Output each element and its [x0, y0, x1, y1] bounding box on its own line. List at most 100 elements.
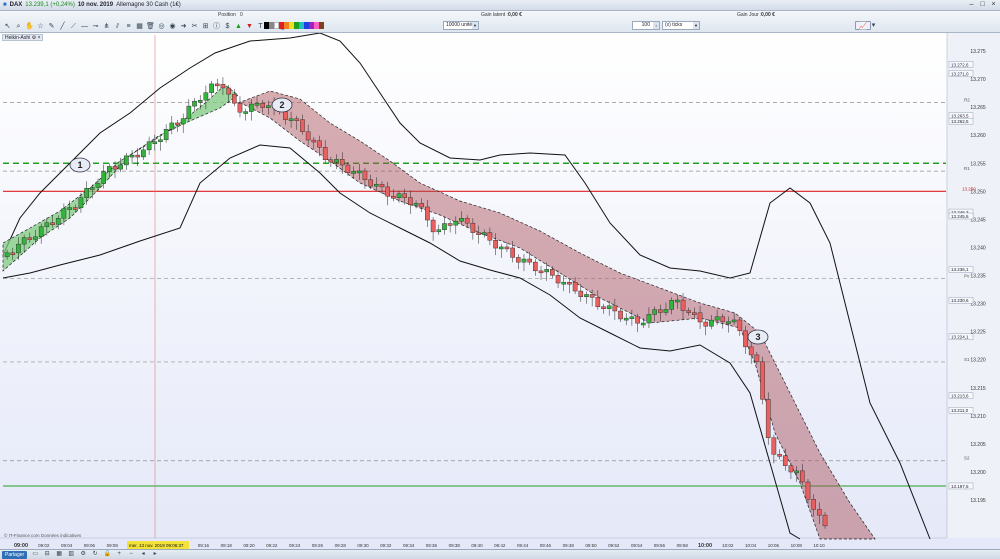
columns-icon[interactable]: ▥	[67, 551, 75, 558]
bull-candle[interactable]	[4, 252, 10, 257]
channel-icon[interactable]: ⫽	[113, 22, 122, 31]
bull-candle[interactable]	[351, 171, 356, 174]
bear-candle[interactable]	[300, 119, 305, 132]
bull-candle[interactable]	[709, 319, 714, 327]
bull-candle[interactable]	[33, 236, 38, 240]
bear-candle[interactable]	[589, 294, 595, 298]
bear-candle[interactable]	[805, 481, 811, 500]
bull-candle[interactable]	[481, 232, 487, 235]
bear-candle[interactable]	[697, 312, 703, 323]
bull-candle[interactable]	[498, 246, 504, 250]
bear-candle[interactable]	[777, 454, 782, 457]
bull-candle[interactable]	[209, 83, 214, 93]
bear-candle[interactable]	[493, 240, 498, 249]
bear-candle[interactable]	[533, 261, 538, 272]
bull-candle[interactable]	[152, 141, 158, 144]
bear-candle[interactable]	[419, 203, 425, 208]
bull-candle[interactable]	[629, 316, 635, 319]
bear-candle[interactable]	[743, 330, 748, 348]
bear-candle[interactable]	[328, 159, 334, 163]
bear-candle[interactable]	[476, 232, 481, 235]
bull-candle[interactable]	[129, 154, 135, 158]
bull-candle[interactable]	[44, 222, 50, 227]
fibonacci-icon[interactable]: ≡	[124, 22, 133, 31]
color-swatch-brown[interactable]	[319, 22, 324, 29]
close-icon[interactable]: ×	[38, 35, 41, 41]
bear-candle[interactable]	[510, 247, 515, 258]
line-icon[interactable]: ╱	[58, 22, 67, 31]
monitor-icon[interactable]: ▭	[31, 551, 39, 558]
bear-candle[interactable]	[635, 316, 640, 324]
chevron-down-icon[interactable]: ▾	[871, 21, 876, 30]
bear-candle[interactable]	[322, 147, 328, 161]
chart-type-icon[interactable]: 📈	[855, 21, 871, 30]
bear-candle[interactable]	[220, 83, 226, 89]
bear-candle[interactable]	[811, 499, 816, 510]
bear-candle[interactable]	[516, 257, 521, 263]
bull-candle[interactable]	[67, 207, 72, 210]
layout-icon[interactable]: ⊟	[43, 551, 51, 558]
bull-candle[interactable]	[396, 193, 402, 198]
horizontal-line-icon[interactable]: —	[80, 22, 89, 31]
bear-candle[interactable]	[237, 102, 243, 113]
info-icon[interactable]: ⓘ	[212, 22, 221, 31]
bear-candle[interactable]	[612, 305, 618, 312]
bear-candle[interactable]	[618, 310, 623, 320]
bear-candle[interactable]	[391, 196, 396, 199]
grid-icon[interactable]: ▦	[55, 551, 63, 558]
bear-candle[interactable]	[379, 183, 385, 188]
bear-candle[interactable]	[578, 290, 584, 297]
bull-candle[interactable]	[675, 299, 680, 303]
bull-candle[interactable]	[714, 316, 720, 321]
bear-candle[interactable]	[822, 514, 828, 527]
magnet-icon[interactable]: ◎	[157, 22, 166, 31]
bull-candle[interactable]	[55, 218, 61, 225]
price-chart[interactable]: Heikin-Ashi ⚙ × 13.275 13.270 13.265 13.260…	[0, 33, 1000, 549]
bull-candle[interactable]	[266, 105, 271, 108]
stepper-icon[interactable]: ↕	[653, 22, 659, 29]
bear-candle[interactable]	[260, 103, 266, 108]
bear-candle[interactable]	[50, 222, 55, 225]
bear-candle[interactable]	[555, 275, 561, 284]
bear-candle[interactable]	[658, 309, 663, 313]
bull-candle[interactable]	[38, 226, 44, 238]
bull-candle[interactable]	[124, 155, 129, 166]
bear-candle[interactable]	[720, 316, 726, 322]
chart-canvas[interactable]: 13.275 13.270 13.265 13.260 13.255 13.250 13.2…	[0, 33, 1000, 549]
bear-candle[interactable]	[550, 269, 555, 276]
bull-candle[interactable]	[180, 118, 186, 125]
bear-candle[interactable]	[317, 140, 322, 148]
units-select[interactable]: 10000 unités ▼	[443, 21, 479, 30]
bull-candle[interactable]	[61, 208, 67, 219]
scroll-right-icon[interactable]: ▸	[151, 551, 159, 558]
bull-candle[interactable]	[203, 92, 209, 101]
bull-candle[interactable]	[254, 103, 260, 106]
maximize-icon[interactable]: □	[978, 0, 987, 9]
bear-candle[interactable]	[754, 354, 760, 362]
bear-candle[interactable]	[817, 509, 822, 516]
bull-candle[interactable]	[669, 300, 674, 310]
settings-icon[interactable]: ⚙	[32, 35, 36, 41]
ticks-input[interactable]: 100 ↕	[632, 21, 660, 30]
bull-candle[interactable]	[442, 223, 447, 230]
bull-candle[interactable]	[146, 141, 152, 151]
bear-candle[interactable]	[135, 154, 141, 158]
lock-icon[interactable]: 🔒	[103, 551, 111, 558]
bull-candle[interactable]	[334, 159, 339, 163]
bear-candle[interactable]	[737, 319, 743, 332]
bear-candle[interactable]	[311, 139, 317, 143]
bull-candle[interactable]	[726, 321, 731, 324]
bear-candle[interactable]	[487, 232, 493, 241]
bull-candle[interactable]	[107, 166, 112, 172]
bull-candle[interactable]	[163, 129, 169, 140]
bull-candle[interactable]	[413, 203, 419, 206]
bull-candle[interactable]	[436, 229, 442, 233]
box-icon[interactable]: ⊞	[201, 22, 210, 31]
bear-candle[interactable]	[680, 299, 686, 311]
bull-candle[interactable]	[101, 171, 106, 184]
bear-candle[interactable]	[703, 321, 709, 327]
bear-candle[interactable]	[800, 470, 805, 483]
bear-candle[interactable]	[10, 252, 16, 256]
bull-candle[interactable]	[249, 103, 254, 112]
bear-candle[interactable]	[339, 159, 345, 166]
